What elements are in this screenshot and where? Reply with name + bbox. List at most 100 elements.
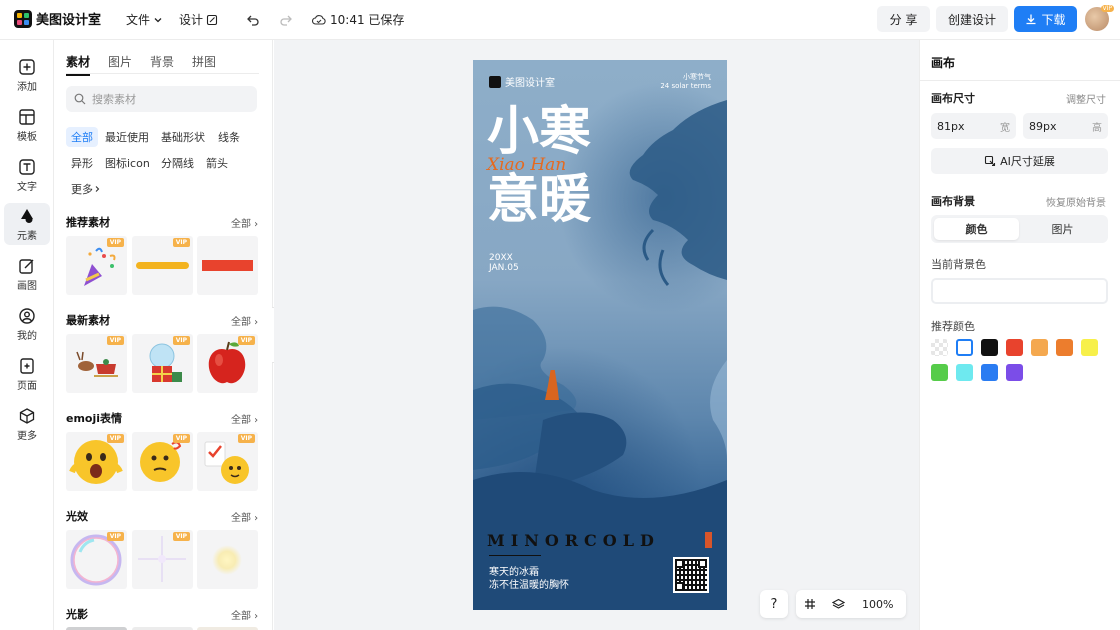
chip-dividers[interactable]: 分隔线 (156, 153, 199, 173)
chevron-down-icon (154, 17, 162, 22)
asset-thumb-emoji-thinking[interactable]: VIP (132, 432, 193, 491)
help-button[interactable]: ? (760, 590, 788, 618)
ai-extend-label: AI尺寸延展 (1000, 155, 1055, 168)
cloud-check-icon (312, 14, 326, 25)
redo-icon[interactable] (276, 10, 296, 30)
swatch-yellow[interactable] (1081, 339, 1098, 356)
asset-thumb-red-bar[interactable] (197, 236, 258, 295)
see-all-label: 全部 (231, 415, 251, 426)
rail-label: 我的 (17, 330, 37, 342)
ai-extend-button[interactable]: AI尺寸延展 (931, 148, 1108, 174)
see-all-link[interactable]: 全部 › (231, 215, 258, 230)
poster-brand-text: 美图设计室 (505, 78, 555, 89)
poster-canvas[interactable]: 美图设计室 小寒节气 24 solar terms 小寒 Xiao Han 意暖… (473, 60, 727, 610)
chip-more[interactable]: 更多 (66, 179, 106, 199)
asset-thumb-sparkle[interactable]: VIP (132, 530, 193, 589)
section-title: 最新素材 (66, 314, 110, 327)
poster-red-seal (705, 532, 712, 548)
app-logo[interactable]: 美图设计室 (14, 9, 101, 28)
red-bar-shape (202, 260, 253, 271)
height-input[interactable]: 89px 高 (1023, 113, 1108, 139)
vip-badge: VIP (106, 238, 124, 247)
asset-thumb-reindeer-sleigh[interactable]: VIP (66, 334, 127, 393)
vip-badge: VIP (1100, 5, 1114, 12)
rail-item-draw[interactable]: 画图 (4, 253, 50, 295)
swatch-light-orange[interactable] (1031, 339, 1048, 356)
vip-badge: VIP (106, 532, 124, 541)
chip-icons[interactable]: 图标icon (100, 153, 155, 173)
swatch-cyan[interactable] (956, 364, 973, 381)
width-input[interactable]: 81px 宽 (931, 113, 1016, 139)
rail-label: 页面 (17, 380, 37, 392)
user-avatar[interactable]: VIP (1085, 5, 1114, 31)
rail-label: 元素 (17, 230, 37, 242)
download-icon (1026, 14, 1036, 25)
asset-panel: 素材 图片 背景 拼图 搜索素材 全部 最近使用 基础形状 线条 异形 图标ic… (55, 40, 273, 630)
asset-thumb-emoji-shocked[interactable]: VIP (66, 432, 127, 491)
poster-corner-line1: 小寒节气 (683, 73, 711, 81)
width-unit: 宽 (1000, 122, 1010, 134)
chip-lines[interactable]: 线条 (213, 127, 245, 147)
poster-title-line1: 小寒 (487, 101, 592, 162)
chip-all[interactable]: 全部 (66, 127, 98, 147)
rail-item-mine[interactable]: 我的 (4, 303, 50, 345)
seg-image[interactable]: 图片 (1020, 218, 1105, 240)
file-menu[interactable]: 文件 (126, 11, 163, 28)
see-all-link[interactable]: 全部 › (231, 509, 258, 524)
zoom-level[interactable]: 100% (852, 598, 893, 611)
current-bg-color-field[interactable] (931, 278, 1108, 304)
swatch-orange[interactable] (1056, 339, 1073, 356)
rail-label: 文字 (17, 181, 37, 193)
chip-arrows[interactable]: 箭头 (201, 153, 233, 173)
see-all-link[interactable]: 全部 › (231, 607, 258, 622)
swatch-white[interactable] (956, 339, 973, 356)
chip-recent[interactable]: 最近使用 (100, 127, 154, 147)
asset-thumb-apple[interactable]: VIP (197, 334, 258, 393)
rail-item-page[interactable]: 页面 (4, 353, 50, 395)
rail-item-template[interactable]: 模板 (4, 104, 50, 146)
vip-badge: VIP (172, 532, 190, 541)
swatch-transparent[interactable] (931, 339, 948, 356)
rail-label: 画图 (17, 280, 37, 292)
asset-thumb-emoji-checklist[interactable]: VIP (197, 432, 258, 491)
bg-type-toggle: 颜色 图片 (931, 215, 1108, 243)
asset-thumb-bubble[interactable]: VIP (66, 530, 127, 589)
download-button[interactable]: 下载 (1014, 6, 1077, 32)
undo-icon[interactable] (243, 10, 263, 30)
glow-light (212, 545, 242, 575)
rail-item-add[interactable]: 添加 (4, 54, 50, 96)
seg-color[interactable]: 颜色 (934, 218, 1019, 240)
restore-bg-link[interactable]: 恢复原始背景 (1046, 194, 1106, 209)
asset-thumb-yellow-stroke[interactable]: VIP (132, 236, 193, 295)
see-all-label: 全部 (231, 513, 251, 524)
chip-irregular[interactable]: 异形 (66, 153, 98, 173)
adjust-size-link[interactable]: 调整尺寸 (1066, 91, 1106, 106)
rail-item-text[interactable]: 文字 (4, 154, 50, 196)
height-value: 89px (1029, 119, 1057, 133)
rail-item-element[interactable]: 元素 (4, 203, 50, 245)
asset-thumb-glow[interactable] (197, 530, 258, 589)
share-button[interactable]: 分 享 (877, 6, 930, 32)
rail-label: 更多 (17, 430, 37, 442)
layers-icon[interactable] (824, 598, 852, 610)
see-all-link[interactable]: 全部 › (231, 313, 258, 328)
vip-badge: VIP (237, 336, 255, 345)
search-input[interactable]: 搜索素材 (66, 86, 257, 112)
ai-resize-icon (985, 155, 996, 167)
asset-thumb-party-popper[interactable]: VIP (66, 236, 127, 295)
asset-thumb-snow-globe-gift[interactable]: VIP (132, 334, 193, 393)
design-menu[interactable]: 设计 (179, 11, 218, 28)
see-all-link[interactable]: 全部 › (231, 411, 258, 426)
swatch-green[interactable] (931, 364, 948, 381)
chip-basic-shapes[interactable]: 基础形状 (156, 127, 210, 147)
swatch-red[interactable] (1006, 339, 1023, 356)
plus-square-icon (19, 58, 35, 75)
create-design-button[interactable]: 创建设计 (936, 6, 1008, 32)
recommended-colors-label: 推荐颜色 (931, 320, 975, 333)
vip-badge: VIP (172, 434, 190, 443)
grid-icon[interactable] (796, 598, 824, 610)
swatch-blue[interactable] (981, 364, 998, 381)
rail-item-more[interactable]: 更多 (4, 403, 50, 445)
swatch-black[interactable] (981, 339, 998, 356)
swatch-purple[interactable] (1006, 364, 1023, 381)
